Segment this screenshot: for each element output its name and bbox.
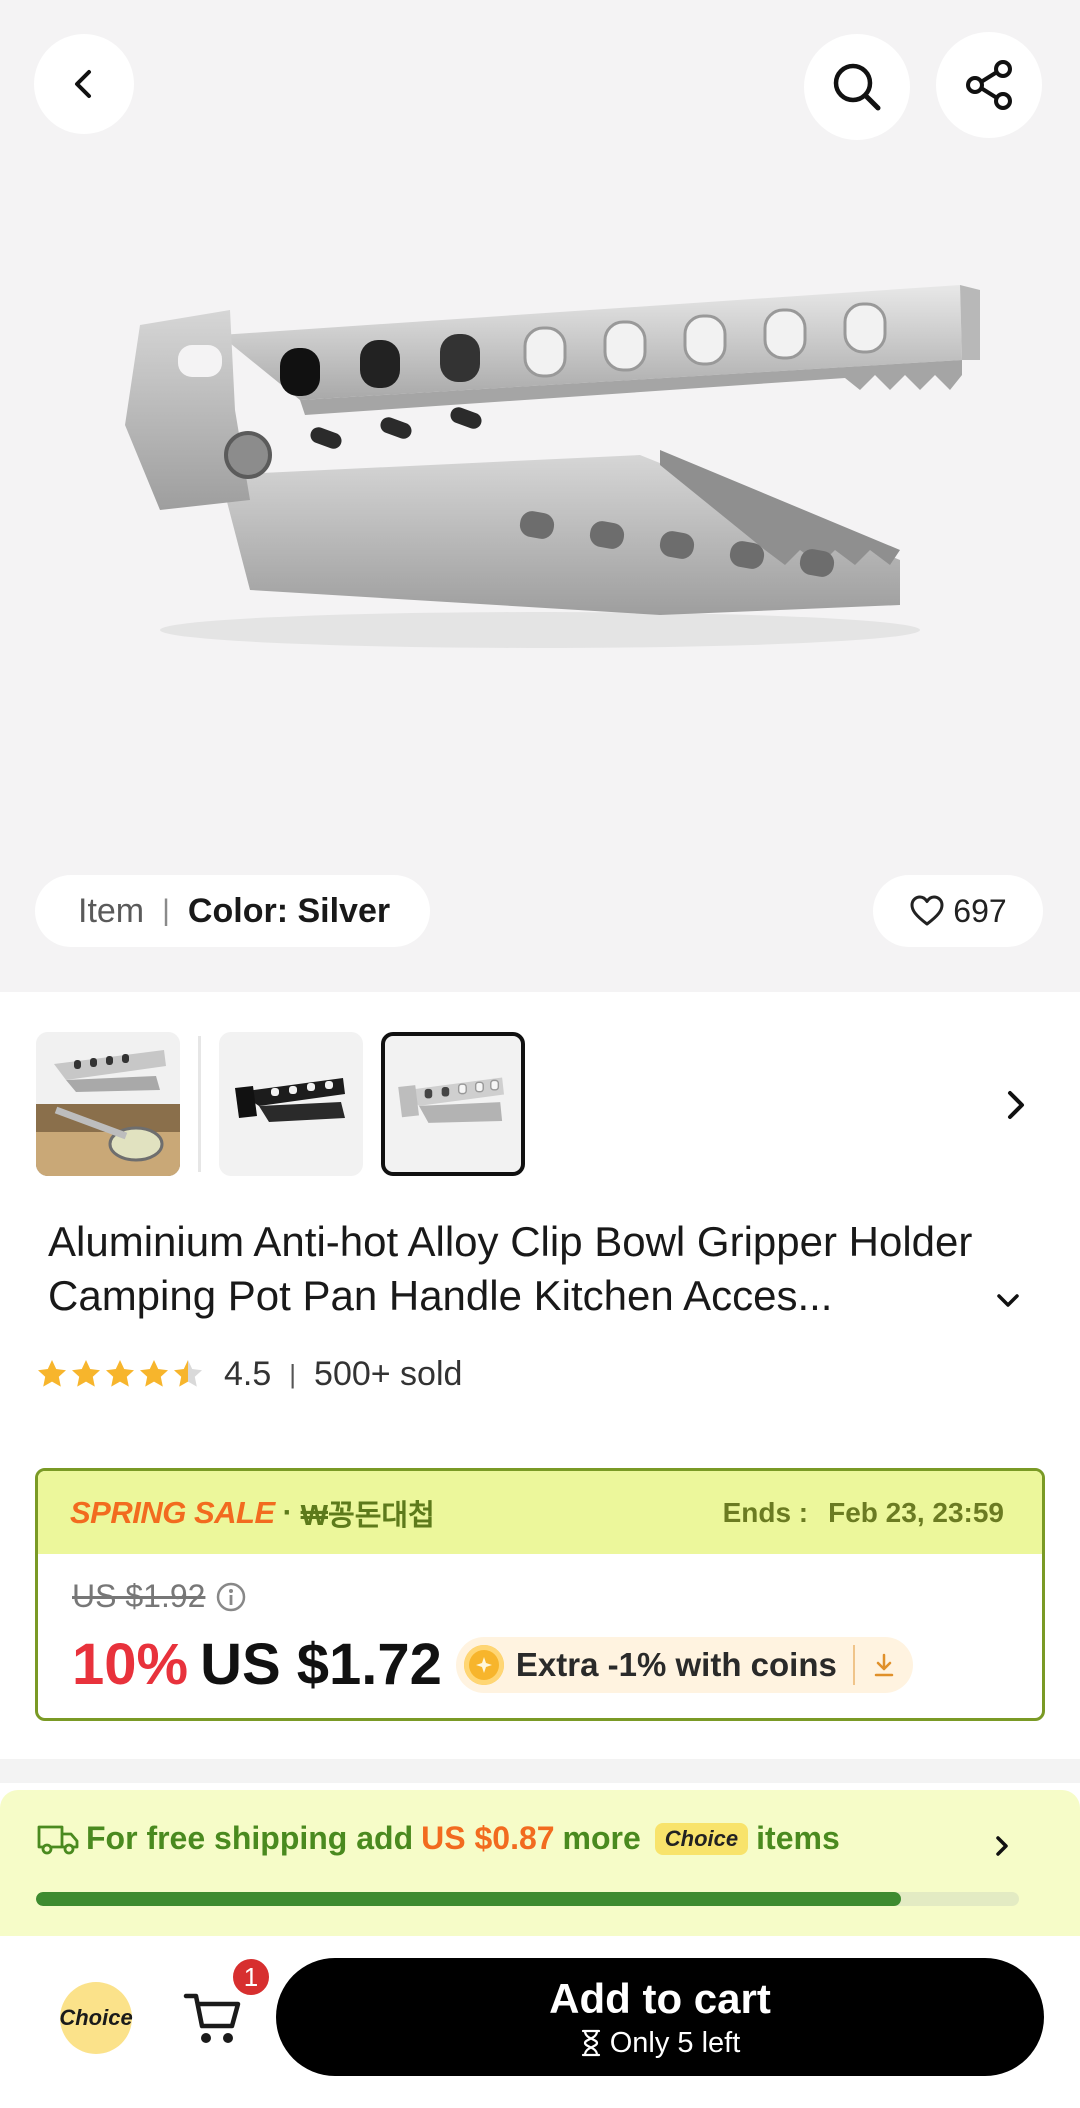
original-price-value: US $1.92 bbox=[72, 1578, 206, 1614]
delivery-truck-icon bbox=[37, 1825, 79, 1854]
star-icon bbox=[38, 1360, 66, 1387]
variant-pill[interactable]: Item | Color: Silver bbox=[35, 875, 430, 947]
download-icon bbox=[874, 1653, 894, 1676]
sale-dot: · bbox=[282, 1495, 293, 1529]
thumbnail-image bbox=[398, 1077, 504, 1123]
stock-text: Only 5 left bbox=[609, 2026, 741, 2059]
back-button[interactable] bbox=[34, 34, 134, 134]
price-panel: SPRING SALE · ₩꽁돈대첩 Ends : Feb 23, 23:59… bbox=[35, 1468, 1045, 1721]
original-price: US $1.92 bbox=[72, 1578, 247, 1615]
discount-percent: 10% bbox=[72, 1632, 189, 1697]
bottom-action-bar: Choice 1 Add to cart Only 5 left bbox=[0, 1936, 1080, 2108]
heart-icon bbox=[910, 895, 944, 926]
thumbnail-image bbox=[235, 1078, 345, 1122]
product-image bbox=[125, 285, 980, 648]
item-label: Item bbox=[78, 891, 145, 930]
product-title[interactable]: Aluminium Anti-hot Alloy Clip Bowl Gripp… bbox=[48, 1215, 1038, 1323]
star-icon bbox=[72, 1360, 100, 1387]
sold-count: 500+ sold bbox=[314, 1354, 463, 1393]
favorites-count: 697 bbox=[953, 892, 1007, 929]
current-price: US $1.72 bbox=[200, 1632, 442, 1697]
thumbnail-image bbox=[36, 1032, 180, 1176]
rating-divider: | bbox=[289, 1358, 297, 1389]
choice-button[interactable]: Choice bbox=[59, 1982, 133, 2054]
product-gallery[interactable]: Item | Color: Silver 697 bbox=[0, 0, 1080, 992]
wishlist-button[interactable]: 697 bbox=[873, 875, 1043, 947]
chevron-down-icon[interactable] bbox=[992, 1284, 1024, 1316]
rating-row[interactable]: 4.5 | 500+ sold bbox=[36, 1352, 462, 1396]
thumbnail-2[interactable] bbox=[219, 1032, 363, 1176]
chevron-right-icon bbox=[1008, 1091, 1024, 1119]
rating-value: 4.5 bbox=[224, 1354, 272, 1393]
choice-tag: Choice bbox=[654, 1822, 749, 1855]
ends-label: Ends : bbox=[722, 1496, 809, 1528]
thumbnail-3-selected[interactable] bbox=[381, 1032, 525, 1176]
thumbnail-strip bbox=[36, 1032, 1046, 1178]
coins-text: Extra -1% with coins bbox=[515, 1645, 837, 1683]
stock-info: Only 5 left bbox=[580, 2026, 741, 2060]
sale-event-name: SPRING SALE bbox=[70, 1494, 275, 1530]
info-icon[interactable] bbox=[215, 1581, 247, 1613]
cart-count-badge: 1 bbox=[230, 1956, 272, 1998]
add-to-cart-label: Add to cart bbox=[549, 1974, 771, 2022]
thumbnails-next-button[interactable] bbox=[986, 1070, 1046, 1140]
chevron-right-icon bbox=[996, 1836, 1008, 1856]
sale-banner[interactable]: SPRING SALE · ₩꽁돈대첩 Ends : Feb 23, 23:59 bbox=[38, 1471, 1042, 1554]
ends-time: Feb 23, 23:59 bbox=[828, 1496, 1004, 1528]
thumbnail-divider bbox=[198, 1036, 201, 1172]
pill-separator: | bbox=[162, 894, 170, 927]
shipping-amount: US $0.87 bbox=[421, 1820, 555, 1856]
free-shipping-banner[interactable]: For free shipping add US $0.87 more Choi… bbox=[0, 1790, 1080, 1936]
add-to-cart-button[interactable]: Add to cart Only 5 left bbox=[276, 1958, 1044, 2076]
chevron-left-icon bbox=[75, 70, 91, 98]
coins-offer[interactable]: Extra -1% with coins bbox=[455, 1636, 913, 1693]
share-button[interactable] bbox=[936, 32, 1042, 138]
coins-divider bbox=[852, 1644, 855, 1685]
hourglass-icon bbox=[581, 2029, 600, 2057]
shipping-progress-fill bbox=[36, 1892, 902, 1906]
section-divider bbox=[0, 1759, 1080, 1783]
thumbnail-1[interactable] bbox=[36, 1032, 180, 1176]
color-label: Color: Silver bbox=[187, 891, 391, 930]
star-rating bbox=[36, 1358, 204, 1390]
coin-icon bbox=[463, 1644, 504, 1685]
search-button[interactable] bbox=[804, 34, 910, 140]
shipping-prefix: For free shipping add bbox=[86, 1820, 414, 1856]
share-icon bbox=[966, 60, 1012, 110]
price-row: 10% US $1.72 Extra -1% with coins bbox=[72, 1631, 913, 1698]
coupon-event-text: ₩꽁돈대첩 bbox=[300, 1499, 435, 1532]
shipping-progress-bar bbox=[36, 1892, 1019, 1906]
shipping-middle: more bbox=[562, 1820, 641, 1856]
star-icon bbox=[140, 1360, 168, 1387]
cart-icon[interactable] bbox=[182, 1988, 246, 2048]
shipping-suffix: items bbox=[756, 1820, 840, 1856]
star-icon bbox=[174, 1360, 202, 1387]
star-icon bbox=[106, 1360, 134, 1387]
search-icon bbox=[833, 63, 881, 111]
